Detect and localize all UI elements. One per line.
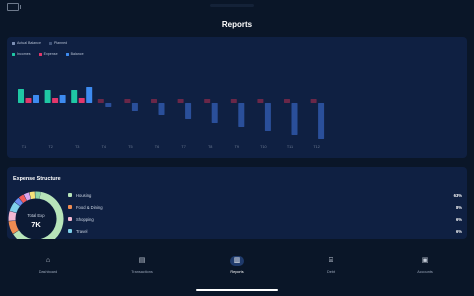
expense-dot [68,205,72,209]
bar-chart-icon: ▥ [230,256,244,266]
expense-percent: 6% [455,216,462,222]
x-tick-label: T7 [181,145,185,149]
donut-total-value: 7K [31,220,41,229]
expense-structure-card: Expense Structure Total Exp 7K Housing 6… [7,167,467,239]
x-tick-label: T10 [260,145,267,149]
nav-accounts[interactable]: ▣ Accounts [395,256,455,274]
expense-row-housing[interactable]: Housing 63% [68,191,462,199]
bank-icon: ⌸ [328,257,334,264]
expense-percent: 63% [453,192,462,198]
bar-balance-t7[interactable] [185,103,192,119]
cashflow-chart-card: Actual Balance Planned Incomes Expense B… [7,37,467,158]
receipt-icon: ▤ [138,257,146,264]
bar-balance-t11[interactable] [291,103,298,135]
expense-row-food[interactable]: Food & Dining 8% [68,203,462,211]
bar-expense-t2[interactable] [52,98,59,103]
status-bar [0,0,474,14]
nav-label: Dashboard [38,270,58,274]
nav-transactions[interactable]: ▤ Transactions [112,256,172,274]
bar-balance-t4[interactable] [105,103,112,107]
nav-reports[interactable]: ▥ Reports [207,256,267,274]
expense-name: Food & Dining [76,204,103,210]
bar-expense-t1[interactable] [25,98,32,103]
x-tick-label: T6 [155,145,159,149]
bar-balance-t10[interactable] [264,103,271,131]
x-tick-label: T8 [208,145,212,149]
x-tick-label: T11 [287,145,293,149]
bar-expense-t9[interactable] [230,99,237,103]
nav-label: Transactions [131,270,153,274]
x-tick-label: T9 [235,145,239,149]
expense-percent: 6% [455,228,462,234]
expense-name: Travel [76,228,88,234]
bar-balance-t2[interactable] [59,95,66,103]
expense-row-shopping[interactable]: Shopping 6% [68,215,462,223]
x-tick-label: T1 [22,145,26,149]
bar-expense-t12[interactable] [310,99,317,103]
bottom-navigation: ⌂ Dashboard ▤ Transactions ▥ Reports ⌸ D… [0,239,474,296]
bar-balance-t5[interactable] [131,103,138,111]
bar-balance-t8[interactable] [211,103,218,123]
x-tick-label: T5 [128,145,132,149]
expense-row-travel[interactable]: Travel 6% [68,227,462,235]
x-tick-label: T4 [102,145,106,149]
bar-incomes-t1[interactable] [18,89,24,103]
x-tick-label: T3 [75,145,79,149]
bar-expense-t11[interactable] [284,99,290,103]
expense-structure-title: Expense Structure [13,176,61,182]
bar-incomes-t2[interactable] [44,90,51,103]
nav-label: Reports [230,270,244,274]
x-tick-label: T12 [313,145,320,149]
nav-label: Accounts [417,270,433,274]
donut-total-label: Total Exp [27,213,45,218]
bar-incomes-t3[interactable] [71,90,78,103]
expense-dot [68,193,72,197]
wallet-icon: ▣ [421,257,429,264]
x-tick-label: T2 [48,145,52,149]
nav-dashboard[interactable]: ⌂ Dashboard [18,256,78,274]
bar-balance-t9[interactable] [238,103,245,127]
camera-notch [210,4,254,7]
battery-icon [7,3,21,11]
bar-balance-t6[interactable] [158,103,165,115]
expense-name: Shopping [76,216,94,222]
bar-expense-t7[interactable] [177,99,184,103]
bar-expense-t3[interactable] [78,98,85,103]
expense-dot [68,229,72,233]
expense-dot [68,217,72,221]
nav-debt[interactable]: ⌸ Debt [301,256,361,274]
bar-expense-t4[interactable] [97,99,104,103]
bar-balance-t12[interactable] [318,103,325,139]
bar-balance-t3[interactable] [86,87,93,103]
nav-label: Debt [326,270,336,274]
expense-percent: 8% [455,204,462,210]
bar-expense-t5[interactable] [124,99,131,103]
bar-chart[interactable]: T1 T2 T3 T4 T5 T6 T7 T8 T9 T10 T11 T12 [7,37,467,158]
home-indicator [196,289,278,291]
bar-expense-t10[interactable] [257,99,264,103]
bar-expense-t6[interactable] [151,99,157,103]
home-icon: ⌂ [45,257,51,264]
expense-name: Housing [76,192,92,198]
bar-expense-t8[interactable] [204,99,211,103]
donut-center [16,199,56,239]
page-title: Reports [221,20,253,29]
bar-balance-t1[interactable] [33,95,39,103]
